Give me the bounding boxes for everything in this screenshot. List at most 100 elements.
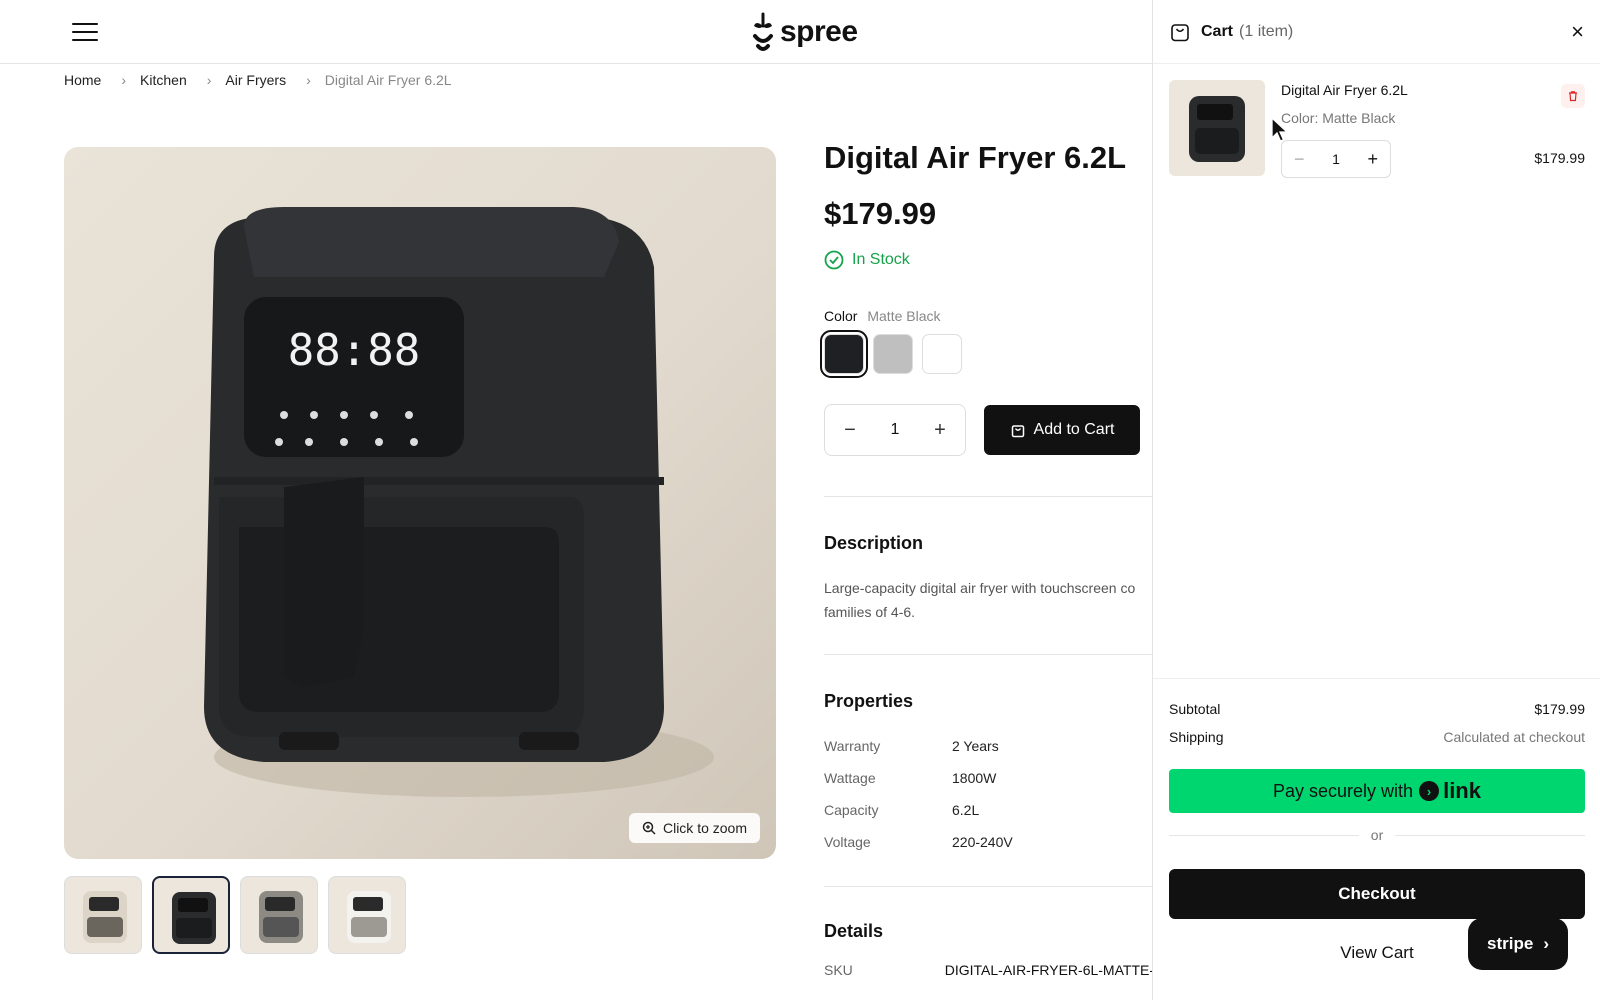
- chevron-right-icon: ›: [121, 72, 127, 88]
- sprout-logo-icon: [753, 12, 773, 51]
- divider: [824, 496, 1154, 497]
- property-key: Voltage: [824, 834, 871, 850]
- trash-icon[interactable]: [1561, 84, 1585, 108]
- hamburger-menu-icon[interactable]: [72, 20, 98, 44]
- or-label: or: [1370, 827, 1384, 843]
- cart-quantity-stepper: − 1 +: [1281, 140, 1391, 178]
- add-to-cart-label: Add to Cart: [1033, 421, 1115, 438]
- breadcrumb-air-fryers[interactable]: Air Fryers: [225, 72, 286, 88]
- color-swatches: [820, 330, 1154, 378]
- breadcrumb-current: Digital Air Fryer 6.2L: [324, 72, 452, 88]
- cart-item-variant: Color: Matte Black: [1281, 110, 1396, 126]
- check-circle-icon: [824, 250, 844, 270]
- thumbnail-matte-black[interactable]: [152, 876, 230, 954]
- shipping-label: Shipping: [1169, 729, 1224, 745]
- cart-count: (1 item): [1239, 22, 1294, 40]
- pay-label: Pay securely with: [1273, 780, 1414, 801]
- cart-header: Cart (1 item) ×: [1153, 0, 1600, 64]
- stripe-label: stripe: [1487, 934, 1534, 953]
- chevron-right-icon: ›: [1543, 934, 1549, 953]
- arrow-right-icon: ›: [1419, 781, 1440, 801]
- shipping-value: Calculated at checkout: [1443, 729, 1585, 745]
- description-heading[interactable]: Description: [824, 533, 1154, 554]
- property-row: Voltage 220-240V: [824, 826, 1154, 858]
- quantity-value[interactable]: 1: [891, 421, 900, 439]
- swatch-white[interactable]: [922, 334, 962, 374]
- cart-title: Cart: [1201, 22, 1234, 40]
- cart-item-name[interactable]: Digital Air Fryer 6.2L: [1281, 82, 1408, 98]
- link-brand: link: [1443, 778, 1481, 803]
- plus-icon[interactable]: +: [929, 419, 951, 442]
- thumbnail-cream[interactable]: [64, 876, 142, 954]
- brand-name: spree: [780, 15, 858, 48]
- breadcrumb-kitchen[interactable]: Kitchen: [140, 72, 187, 88]
- product-price: $179.99: [824, 196, 937, 231]
- purchase-row: − 1 + Add to Cart: [824, 404, 1154, 456]
- breadcrumb-home[interactable]: Home: [64, 72, 101, 88]
- stock-label: In Stock: [852, 251, 910, 268]
- property-row: Warranty 2 Years: [824, 730, 1154, 762]
- thumbnail-gray[interactable]: [240, 876, 318, 954]
- mouse-cursor-icon: [1271, 116, 1289, 142]
- product-main-image[interactable]: 88:88 Click to zoom: [64, 147, 776, 859]
- shopping-bag-icon: [1171, 23, 1189, 41]
- properties-heading[interactable]: Properties: [824, 691, 1154, 712]
- view-cart-label: View Cart: [1340, 943, 1414, 962]
- link-logo: › link: [1419, 778, 1481, 804]
- cart-item-quantity[interactable]: 1: [1332, 151, 1340, 167]
- subtotal-value: $179.99: [1534, 701, 1585, 717]
- description-text: Large-capacity digital air fryer with to…: [824, 580, 1136, 620]
- minus-icon[interactable]: −: [1294, 149, 1305, 170]
- subtotal-label: Subtotal: [1169, 701, 1221, 717]
- stock-status: In Stock: [824, 250, 1154, 270]
- property-value: 6.2L: [952, 802, 980, 818]
- zoom-button[interactable]: Click to zoom: [628, 813, 760, 843]
- chevron-right-icon: ›: [206, 72, 212, 88]
- checkout-label: Checkout: [1338, 884, 1416, 903]
- add-to-cart-button[interactable]: Add to Cart: [984, 405, 1140, 455]
- brand-logo[interactable]: spree: [750, 12, 858, 52]
- cart-drawer: Cart (1 item) × Digital Air Fryer 6.2L C…: [1152, 0, 1600, 1000]
- air-fryer-thumb-image: [172, 892, 216, 944]
- cart-item-image[interactable]: [1169, 80, 1265, 176]
- property-value: 2 Years: [952, 738, 999, 754]
- property-row: Wattage 1800W: [824, 762, 1154, 794]
- pay-with-link-button[interactable]: Pay securely with › link: [1169, 769, 1585, 813]
- divider: [824, 886, 1154, 887]
- shopping-bag-icon: [1011, 425, 1024, 438]
- shipping-row: Shipping Calculated at checkout: [1169, 723, 1585, 751]
- cart-item-price: $179.99: [1534, 150, 1585, 166]
- divider: [824, 654, 1154, 655]
- details-heading[interactable]: Details: [824, 921, 1154, 942]
- quantity-stepper: − 1 +: [824, 404, 966, 456]
- zoom-label: Click to zoom: [662, 820, 747, 836]
- breadcrumb: Home › Kitchen › Air Fryers › Digital Ai…: [64, 72, 452, 88]
- minus-icon[interactable]: −: [839, 419, 861, 442]
- zoom-in-icon: [642, 821, 656, 835]
- air-fryer-thumb-image: [347, 891, 391, 943]
- air-fryer-thumb-image: [83, 891, 127, 943]
- swatch-matte-black[interactable]: [820, 330, 868, 378]
- subtotal-row: Subtotal $179.99: [1169, 695, 1585, 723]
- chevron-right-icon: ›: [306, 72, 311, 88]
- property-key: Capacity: [824, 802, 879, 818]
- property-row: Capacity 6.2L: [824, 794, 1154, 826]
- close-icon[interactable]: ×: [1571, 19, 1584, 45]
- product-title: Digital Air Fryer 6.2L: [824, 140, 1127, 175]
- product-info: Digital Air Fryer 6.2L $179.99 In Stock …: [820, 140, 1154, 978]
- stripe-badge-button[interactable]: stripe ›: [1468, 918, 1568, 970]
- swatch-gray[interactable]: [873, 334, 913, 374]
- property-key: Warranty: [824, 738, 881, 754]
- thumbnail-strip: [64, 876, 406, 954]
- property-value: 220-240V: [952, 834, 1013, 850]
- checkout-button[interactable]: Checkout: [1169, 869, 1585, 919]
- trash-glyph: [1569, 91, 1577, 102]
- svg-text:88:88: 88:88: [288, 325, 420, 376]
- sku-row: SKU DIGITAL-AIR-FRYER-6L-MATTE-: [824, 962, 1154, 978]
- thumbnail-white[interactable]: [328, 876, 406, 954]
- color-label: Color: [824, 308, 858, 324]
- color-value: Matte Black: [867, 308, 941, 324]
- properties-list: Warranty 2 Years Wattage 1800W Capacity …: [824, 730, 1154, 858]
- or-divider: or: [1169, 827, 1586, 843]
- plus-icon[interactable]: +: [1367, 149, 1378, 170]
